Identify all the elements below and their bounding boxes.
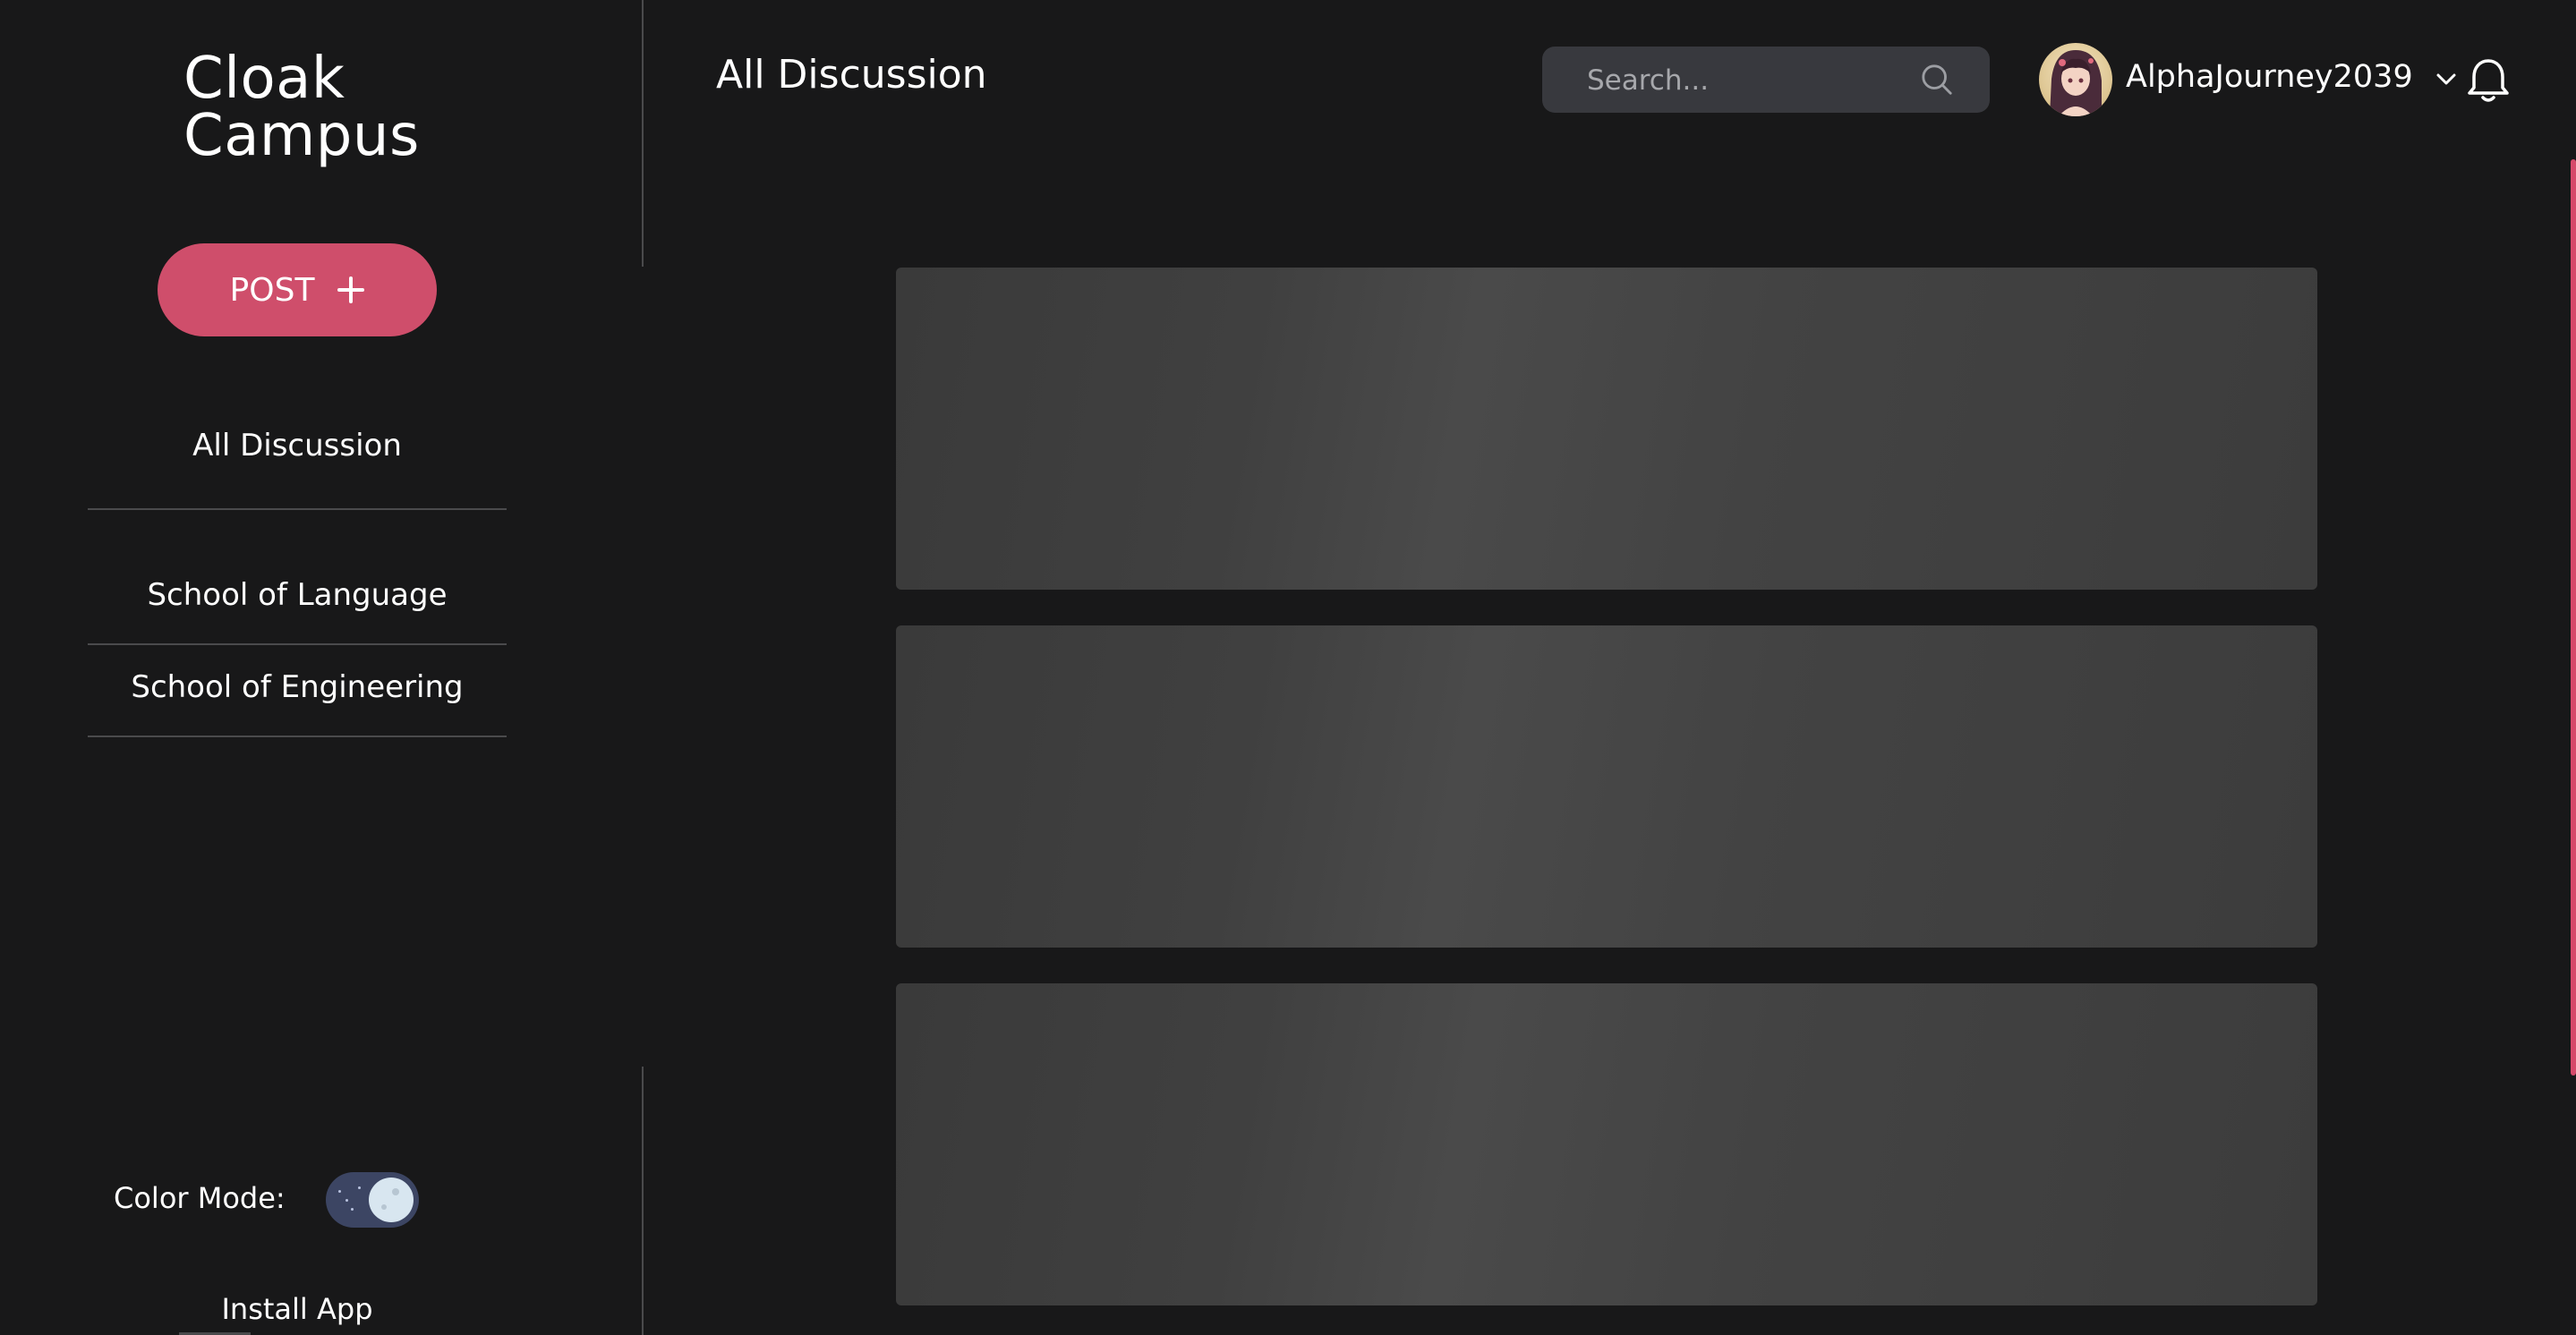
loading-card xyxy=(896,268,2317,590)
sidebar-divider xyxy=(88,643,507,645)
scrollbar-thumb[interactable] xyxy=(2571,159,2576,1076)
sidebar-item-school-of-language[interactable]: School of Language xyxy=(88,577,507,613)
sidebar: Cloak Campus POST All Discussion School … xyxy=(0,0,643,1335)
star-dot xyxy=(351,1208,354,1211)
moon-icon xyxy=(369,1178,414,1222)
username[interactable]: AlphaJourney2039 xyxy=(2126,59,2413,95)
moon-crater xyxy=(381,1204,387,1210)
chevron-down-icon[interactable] xyxy=(2434,66,2459,91)
post-button[interactable]: POST xyxy=(158,243,437,336)
top-bar: All Discussion Search... AlphaJourney203… xyxy=(644,0,2576,159)
color-mode-toggle[interactable] xyxy=(326,1172,419,1228)
install-app-link[interactable]: Install App xyxy=(0,1292,594,1326)
sidebar-item-all-discussion[interactable]: All Discussion xyxy=(88,428,507,463)
moon-crater xyxy=(392,1188,399,1195)
search-box[interactable] xyxy=(1542,47,1990,115)
logo-line-1: Cloak xyxy=(183,46,345,112)
discussion-feed xyxy=(644,159,2576,1335)
logo-line-2: Campus xyxy=(183,103,420,169)
star-dot xyxy=(338,1190,341,1193)
loading-card xyxy=(896,983,2317,1305)
sidebar-divider xyxy=(88,508,507,510)
star-dot xyxy=(358,1186,361,1189)
loading-card xyxy=(896,625,2317,948)
avatar[interactable] xyxy=(2039,43,2112,116)
sidebar-item-school-of-engineering[interactable]: School of Engineering xyxy=(88,669,507,705)
color-mode-label: Color Mode: xyxy=(114,1181,286,1215)
sidebar-divider xyxy=(88,736,507,737)
post-button-label: POST xyxy=(229,271,315,309)
logo[interactable]: Cloak Campus xyxy=(183,50,420,165)
scrollbar[interactable] xyxy=(2569,159,2576,1335)
app-root: Cloak Campus POST All Discussion School … xyxy=(0,0,2576,1335)
search-icon[interactable] xyxy=(1920,63,1954,97)
page-title: All Discussion xyxy=(716,52,987,98)
plus-icon xyxy=(337,276,365,303)
search-input[interactable] xyxy=(1585,47,1893,115)
star-dot xyxy=(345,1199,348,1202)
bell-icon[interactable] xyxy=(2464,55,2512,106)
